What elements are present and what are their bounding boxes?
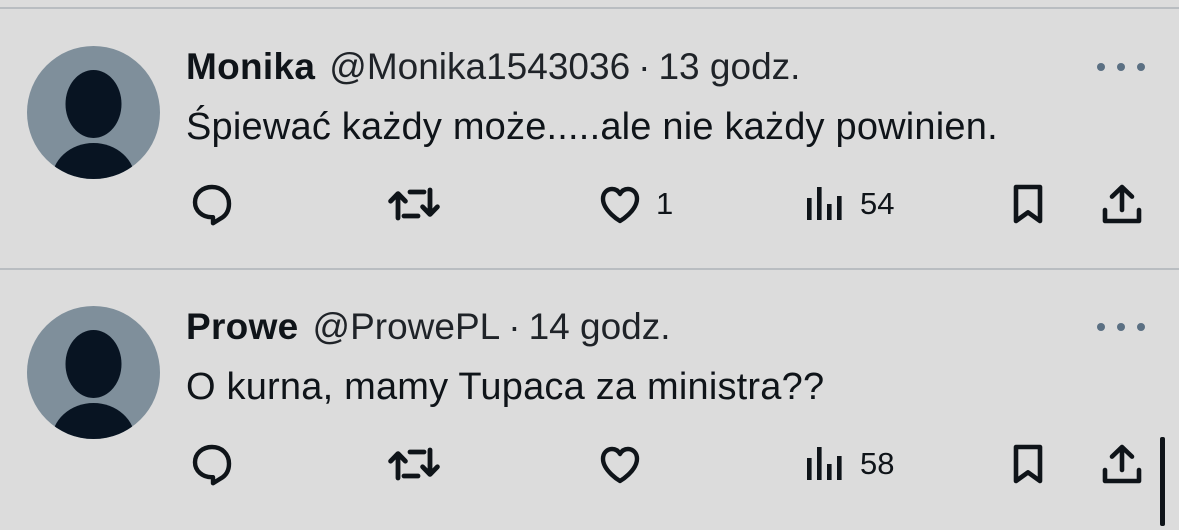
more-icon[interactable]	[1097, 55, 1145, 79]
top-divider	[0, 7, 1179, 9]
default-profile-icon	[51, 70, 136, 179]
bookmark-icon	[1013, 184, 1043, 224]
tweet-text: O kurna, mamy Tupaca za ministra??	[186, 366, 825, 408]
reply-icon	[192, 444, 232, 486]
user-handle[interactable]: @Monika1543036	[329, 46, 630, 88]
share-button[interactable]	[1098, 440, 1146, 488]
timestamp[interactable]: 13 godz.	[658, 46, 800, 88]
tweet[interactable]: Prowe @ProwePL · 14 godz. O kurna, mamy …	[0, 270, 1179, 530]
scrollbar[interactable]	[1160, 437, 1165, 526]
bookmark-button[interactable]	[1004, 180, 1052, 228]
views-button[interactable]: 54	[800, 180, 894, 228]
views-button[interactable]: 58	[800, 440, 894, 488]
views-icon	[807, 187, 842, 220]
view-count: 58	[860, 446, 895, 481]
tweet-header: Prowe @ProwePL · 14 godz.	[186, 306, 671, 350]
bookmark-icon	[1013, 444, 1043, 484]
like-button[interactable]	[596, 440, 656, 488]
tweet-actions: 58	[0, 440, 1179, 500]
separator: ·	[508, 306, 521, 347]
tweet-actions: 1 54	[0, 180, 1179, 240]
retweet-button[interactable]	[386, 440, 442, 488]
retweet-icon	[388, 187, 440, 221]
reply-button[interactable]	[188, 440, 236, 488]
reply-button[interactable]	[188, 180, 236, 228]
view-count: 54	[860, 186, 895, 221]
share-icon	[1102, 444, 1142, 484]
tweet-header: Monika @Monika1543036 · 13 godz.	[186, 46, 800, 90]
bookmark-button[interactable]	[1004, 440, 1052, 488]
avatar[interactable]	[27, 46, 160, 179]
timestamp[interactable]: 14 godz.	[529, 306, 671, 348]
like-button[interactable]: 1	[596, 180, 673, 228]
retweet-icon	[388, 447, 440, 481]
reply-icon	[192, 184, 232, 226]
like-count: 1	[656, 186, 674, 221]
views-icon	[807, 447, 842, 480]
like-icon	[600, 446, 640, 484]
tweet[interactable]: Monika @Monika1543036 · 13 godz. Śpiewać…	[0, 10, 1179, 270]
separator: ·	[638, 46, 651, 87]
avatar[interactable]	[27, 306, 160, 439]
share-icon	[1102, 184, 1142, 224]
user-handle[interactable]: @ProwePL	[313, 306, 501, 348]
like-icon	[600, 186, 640, 224]
default-profile-icon	[51, 330, 136, 439]
retweet-button[interactable]	[386, 180, 442, 228]
more-icon[interactable]	[1097, 315, 1145, 339]
share-button[interactable]	[1098, 180, 1146, 228]
display-name[interactable]: Prowe	[186, 306, 299, 348]
display-name[interactable]: Monika	[186, 46, 315, 88]
tweet-text: Śpiewać każdy może.....ale nie każdy pow…	[186, 106, 998, 148]
